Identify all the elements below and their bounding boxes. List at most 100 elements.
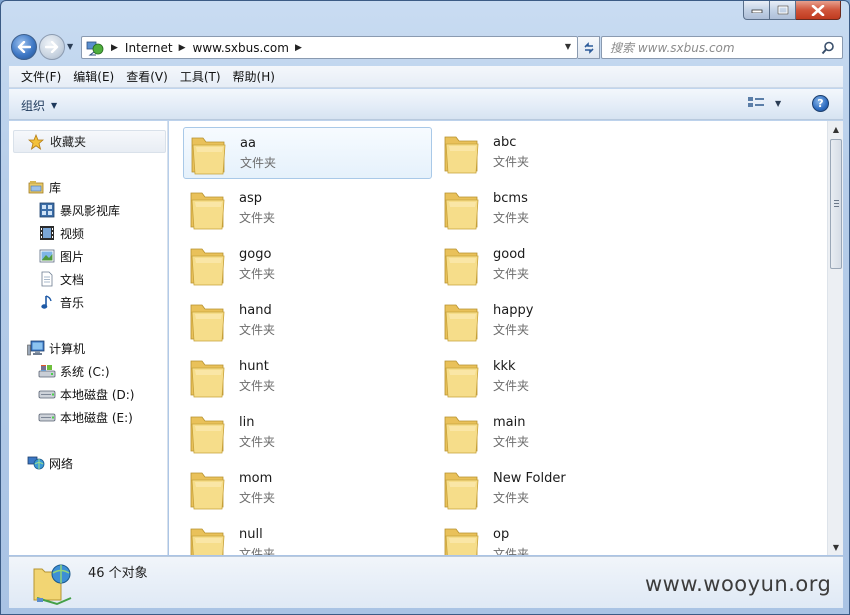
address-bar[interactable]: ▶ Internet ▶ www.sxbus.com ▶ ▼ — [81, 36, 578, 59]
search-input[interactable] — [610, 40, 810, 55]
folder-item[interactable]: aa 文件夹 — [183, 127, 432, 179]
recent-pages-dropdown[interactable]: ▼ — [67, 42, 77, 52]
vertical-scrollbar[interactable]: ▲ ▼ — [827, 121, 843, 555]
breadcrumb-internet[interactable]: Internet — [125, 41, 173, 55]
folder-type: 文件夹 — [493, 155, 530, 169]
view-details-icon — [748, 97, 764, 107]
folder-item[interactable]: hunt 文件夹 — [183, 351, 432, 403]
breadcrumb-site[interactable]: www.sxbus.com — [193, 41, 289, 55]
folder-name: aa — [240, 136, 256, 151]
network-folder-icon — [31, 560, 75, 609]
folder-item[interactable]: New Folder 文件夹 — [437, 463, 686, 515]
folder-icon — [189, 243, 229, 292]
folder-name: lin — [239, 415, 255, 430]
chevron-down-icon: ▼ — [51, 101, 58, 110]
navigation-pane: 收藏夹 库 暴风影视库 视频 图片 文档 音乐 计算机 系统 (C:) 本地磁盘… — [9, 121, 168, 555]
nav-library-item-label: 图片 — [60, 249, 85, 264]
nav-drive[interactable]: 本地磁盘 (E:) — [38, 407, 133, 427]
media-library-icon — [38, 201, 56, 219]
item-count: 46 个对象 — [88, 566, 148, 581]
change-view-button[interactable]: ▼ — [747, 96, 781, 110]
folder-item[interactable]: op 文件夹 — [437, 519, 686, 555]
minimize-button[interactable] — [743, 1, 770, 20]
network-globe-icon — [85, 38, 105, 58]
menu-file[interactable]: 文件(F) — [15, 67, 67, 87]
nav-libraries[interactable]: 库 — [27, 177, 61, 197]
folder-item[interactable]: null 文件夹 — [183, 519, 432, 555]
folder-name: main — [493, 415, 526, 430]
navigation-bar: ▼ ▶ Internet ▶ www.sxbus.com ▶ ▼ — [11, 33, 843, 61]
menu-edit[interactable]: 编辑(E) — [67, 67, 120, 87]
folder-item[interactable]: main 文件夹 — [437, 407, 686, 459]
folder-type: 文件夹 — [239, 323, 276, 337]
scroll-up-button[interactable]: ▲ — [828, 121, 844, 137]
folder-type: 文件夹 — [493, 547, 530, 555]
folder-item[interactable]: mom 文件夹 — [183, 463, 432, 515]
folder-name: gogo — [239, 247, 272, 262]
folder-item[interactable]: asp 文件夹 — [183, 183, 432, 235]
folder-item[interactable]: good 文件夹 — [437, 239, 686, 291]
nav-network-label: 网络 — [49, 456, 74, 471]
folder-item[interactable]: abc 文件夹 — [437, 127, 686, 179]
folder-name: op — [493, 527, 510, 542]
nav-library-item[interactable]: 图片 — [38, 246, 84, 266]
search-box — [601, 36, 843, 59]
scroll-thumb[interactable] — [830, 139, 842, 269]
nav-library-item-label: 视频 — [60, 226, 85, 241]
folder-icon — [443, 187, 483, 236]
folder-item[interactable]: bcms 文件夹 — [437, 183, 686, 235]
folder-icon — [443, 131, 483, 180]
nav-computer[interactable]: 计算机 — [27, 338, 85, 358]
music-note-icon — [38, 293, 56, 311]
folder-type: 文件夹 — [493, 323, 530, 337]
folder-name: bcms — [493, 191, 528, 206]
nav-network[interactable]: 网络 — [27, 453, 73, 473]
address-dropdown-button[interactable]: ▼ — [565, 42, 571, 51]
organize-button[interactable]: 组织 ▼ — [21, 97, 57, 114]
nav-drive-label: 本地磁盘 (E:) — [60, 410, 133, 425]
menu-help[interactable]: 帮助(H) — [227, 67, 281, 87]
nav-drive-label: 系统 (C:) — [60, 364, 110, 379]
arrow-right-icon — [45, 41, 59, 53]
folder-icon — [189, 467, 229, 516]
nav-library-item[interactable]: 暴风影视库 — [38, 200, 120, 220]
folder-icon — [443, 299, 483, 348]
nav-drive[interactable]: 系统 (C:) — [38, 361, 110, 381]
folder-item[interactable]: hand 文件夹 — [183, 295, 432, 347]
folder-item[interactable]: gogo 文件夹 — [183, 239, 432, 291]
folder-icon — [189, 187, 229, 236]
folder-icon — [189, 355, 229, 404]
forward-button[interactable] — [39, 34, 65, 60]
back-button[interactable] — [11, 34, 37, 60]
close-button[interactable] — [796, 1, 841, 20]
refresh-button[interactable] — [578, 36, 600, 59]
folder-type: 文件夹 — [239, 379, 276, 393]
nav-library-item[interactable]: 文档 — [38, 269, 84, 289]
menu-tools[interactable]: 工具(T) — [174, 67, 227, 87]
refresh-icon — [583, 41, 594, 54]
folder-name: asp — [239, 191, 262, 206]
breadcrumb-separator[interactable]: ▶ — [111, 43, 118, 53]
menu-view[interactable]: 查看(V) — [120, 67, 174, 87]
nav-library-item[interactable]: 音乐 — [38, 292, 84, 312]
help-button[interactable]: ? — [812, 95, 829, 112]
nav-drive[interactable]: 本地磁盘 (D:) — [38, 384, 134, 404]
nav-library-item-label: 音乐 — [60, 295, 85, 310]
nav-library-item[interactable]: 视频 — [38, 223, 84, 243]
folder-name: mom — [239, 471, 273, 486]
star-icon — [28, 133, 44, 150]
search-icon[interactable] — [821, 41, 835, 55]
nav-favorites[interactable]: 收藏夹 — [13, 130, 166, 153]
folder-icon — [443, 467, 483, 516]
maximize-button[interactable] — [770, 1, 796, 20]
library-icon — [27, 178, 45, 196]
folder-item[interactable]: kkk 文件夹 — [437, 351, 686, 403]
breadcrumb-separator[interactable]: ▶ — [295, 43, 302, 53]
folder-item[interactable]: happy 文件夹 — [437, 295, 686, 347]
organize-label: 组织 — [21, 99, 46, 113]
breadcrumb-separator[interactable]: ▶ — [179, 43, 186, 53]
scroll-down-button[interactable]: ▼ — [828, 539, 844, 555]
folder-item[interactable]: lin 文件夹 — [183, 407, 432, 459]
explorer-window: ▼ ▶ Internet ▶ www.sxbus.com ▶ ▼ 搜索 www.… — [0, 0, 850, 615]
folder-type: 文件夹 — [493, 379, 530, 393]
